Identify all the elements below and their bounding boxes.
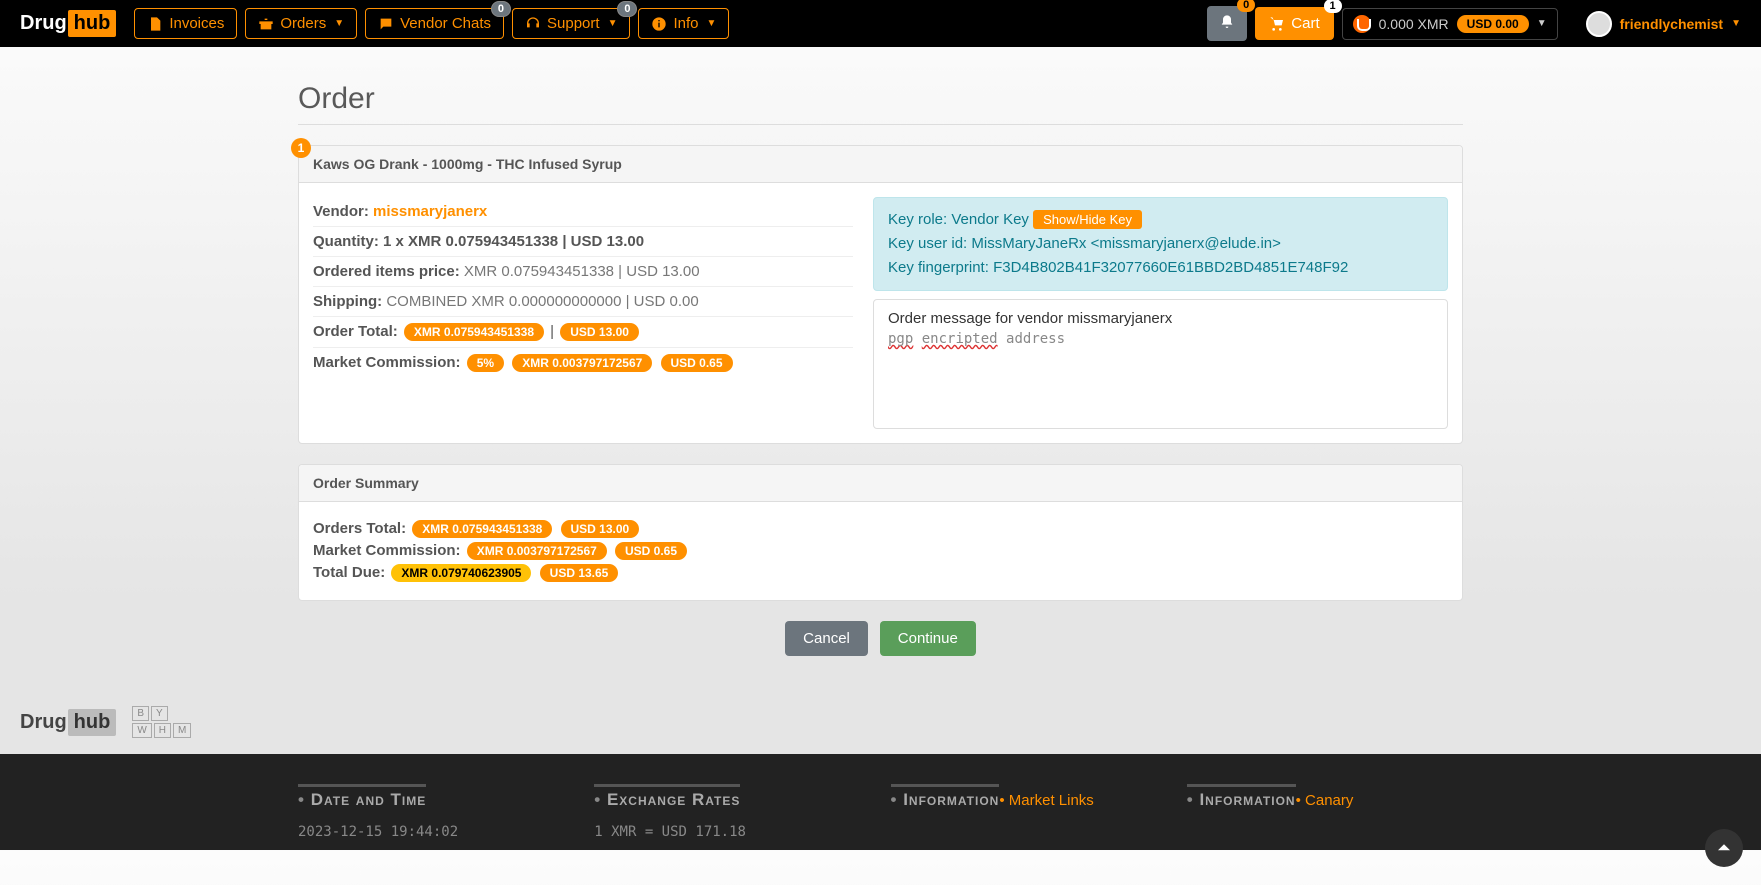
total-usd-pill: USD 13.00 xyxy=(560,323,639,341)
user-menu[interactable]: friendlychemist▼ xyxy=(1586,11,1741,37)
comm-usd-pill: USD 0.65 xyxy=(661,354,733,372)
summary-title: Order Summary xyxy=(299,465,1462,502)
support-badge: 0 xyxy=(617,1,637,17)
order-number-badge: 1 xyxy=(291,138,311,158)
order-card: 1 Kaws OG Drank - 1000mg - THC Infused S… xyxy=(298,145,1463,444)
msg-body: pgp encripted address xyxy=(888,331,1433,347)
vendor-link[interactable]: missmaryjanerx xyxy=(373,203,487,220)
cart-badge: 1 xyxy=(1324,0,1342,13)
show-hide-key-button[interactable]: Show/Hide Key xyxy=(1033,210,1142,229)
chat-icon xyxy=(378,16,394,32)
vendor-chats-badge: 0 xyxy=(491,1,511,17)
canary-link[interactable]: Canary xyxy=(1296,792,1354,809)
continue-button[interactable]: Continue xyxy=(880,621,976,656)
order-message-box[interactable]: Order message for vendor missmaryjanerx … xyxy=(873,299,1448,429)
avatar xyxy=(1586,11,1612,37)
briefcase-icon xyxy=(258,16,274,32)
pgp-key-box: Key role: Vendor Key Show/Hide Key Key u… xyxy=(873,197,1448,291)
file-icon xyxy=(147,16,163,32)
footer-h-datetime: Date and Time xyxy=(298,784,426,810)
orders-dropdown[interactable]: Orders▼ xyxy=(245,8,357,39)
xmr-icon xyxy=(1353,15,1371,33)
invoices-link[interactable]: Invoices xyxy=(134,8,237,39)
comm-xmr-pill: XMR 0.003797172567 xyxy=(512,354,652,372)
footer: Date and Time2023-12-15 19:44:02 Exchang… xyxy=(0,754,1761,850)
due-usd-pill: USD 13.65 xyxy=(540,564,619,582)
summary-card: Order Summary Orders Total: XMR 0.075943… xyxy=(298,464,1463,601)
footer-h-info1: Information xyxy=(891,784,1000,810)
total-xmr-pill: XMR 0.075943451338 xyxy=(404,323,544,341)
bell-icon xyxy=(1219,14,1235,30)
info-icon xyxy=(651,16,667,32)
notifications-button[interactable]: 0 xyxy=(1207,6,1247,41)
cart-button[interactable]: Cart 1 xyxy=(1255,7,1333,40)
headset-icon xyxy=(525,16,541,32)
support-dropdown[interactable]: Support▼ 0 xyxy=(512,8,630,39)
chevron-up-icon xyxy=(1715,839,1733,857)
vendor-chats-link[interactable]: Vendor Chats 0 xyxy=(365,8,504,39)
cancel-button[interactable]: Cancel xyxy=(785,621,868,656)
page-title: Order xyxy=(298,82,1463,116)
comm-pct-pill: 5% xyxy=(467,354,504,372)
market-links-link[interactable]: Market Links xyxy=(999,792,1093,809)
info-dropdown[interactable]: Info▼ xyxy=(638,8,729,39)
scroll-top-button[interactable] xyxy=(1705,829,1743,867)
order-title: Kaws OG Drank - 1000mg - THC Infused Syr… xyxy=(299,146,1462,183)
notifications-badge: 0 xyxy=(1237,0,1255,12)
balance-usd: USD 0.00 xyxy=(1457,15,1529,33)
footer-logo-row: Drughub BY WHM xyxy=(0,696,1761,748)
cart-icon xyxy=(1269,16,1285,32)
logo[interactable]: Drughub xyxy=(20,10,116,37)
footer-h-info2: Information xyxy=(1187,784,1296,810)
footer-h-rates: Exchange Rates xyxy=(594,784,740,810)
msg-header: Order message for vendor missmaryjanerx xyxy=(888,310,1433,327)
whm-badge: BY WHM xyxy=(132,706,191,738)
balance-xmr: 0.000 XMR xyxy=(1379,16,1449,32)
navbar: Drughub Invoices Orders▼ Vendor Chats 0 … xyxy=(0,0,1761,47)
due-xmr-pill: XMR 0.079740623905 xyxy=(391,564,531,582)
balance-dropdown[interactable]: 0.000 XMR USD 0.00 ▼ xyxy=(1342,8,1558,40)
